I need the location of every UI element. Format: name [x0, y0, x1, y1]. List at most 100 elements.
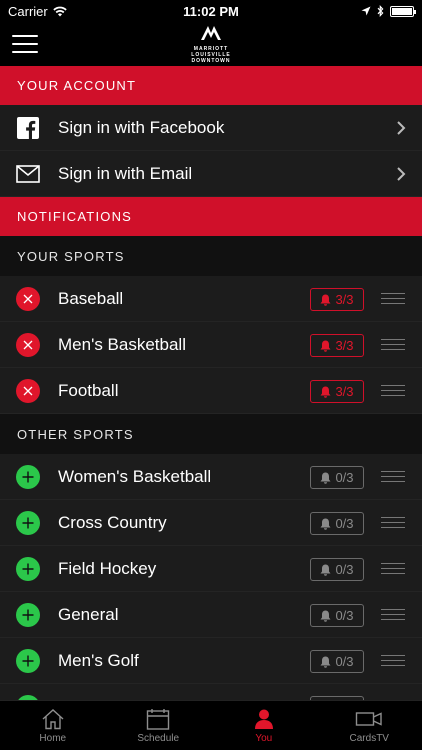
- tab-bar: Home Schedule You CardsTV: [0, 700, 422, 750]
- notification-count-badge[interactable]: 0/3: [310, 512, 364, 535]
- notification-count: 3/3: [335, 292, 354, 307]
- wifi-icon: [53, 6, 67, 16]
- sport-name: Women's Basketball: [58, 466, 212, 486]
- bell-icon: [320, 340, 331, 352]
- remove-sport-button[interactable]: [16, 286, 40, 311]
- sign-in-facebook-label: Sign in with Facebook: [58, 117, 225, 137]
- sign-in-facebook-row[interactable]: Sign in with Facebook: [0, 105, 422, 151]
- sport-row-football: Football 3/3: [0, 368, 422, 414]
- carrier-label: Carrier: [8, 3, 48, 19]
- sign-in-email-row[interactable]: Sign in with Email: [0, 151, 422, 197]
- sport-row-womens-basketball: Women's Basketball 0/3: [0, 454, 422, 500]
- battery-fill: [392, 7, 412, 15]
- envelope-icon: [16, 162, 40, 186]
- tab-you[interactable]: You: [211, 701, 317, 750]
- sport-name: General: [58, 604, 119, 624]
- notification-count-badge[interactable]: 3/3: [310, 288, 364, 311]
- tab-schedule[interactable]: Schedule: [106, 701, 212, 750]
- sport-row-mens-golf: Men's Golf 0/3: [0, 638, 422, 684]
- row-icon-slot: [16, 332, 40, 357]
- video-camera-icon: [356, 711, 382, 726]
- notification-count: 0/3: [335, 562, 354, 577]
- sport-row-partial: [0, 684, 422, 700]
- tab-home[interactable]: Home: [0, 701, 106, 750]
- drag-handle[interactable]: [381, 385, 405, 396]
- sport-name: Men's Golf: [58, 650, 139, 670]
- row-icon-slot: [16, 602, 40, 627]
- bell-icon: [320, 564, 331, 576]
- sport-row-baseball: Baseball 3/3: [0, 276, 422, 322]
- row-icon-slot: [16, 648, 40, 673]
- menu-line: [12, 43, 38, 45]
- drag-handle[interactable]: [381, 609, 405, 620]
- section-your-account: YOUR ACCOUNT: [0, 66, 422, 105]
- notification-count-badge[interactable]: 3/3: [310, 334, 364, 357]
- plus-icon: [22, 471, 34, 482]
- drag-handle[interactable]: [381, 563, 405, 574]
- tab-label: CardsTV: [349, 732, 389, 744]
- facebook-icon: [16, 116, 40, 140]
- sport-name: Cross Country: [58, 512, 167, 532]
- status-left: Carrier: [8, 4, 67, 19]
- notification-count-badge[interactable]: 0/3: [310, 558, 364, 581]
- drag-handle[interactable]: [381, 471, 405, 482]
- close-icon: [23, 294, 33, 303]
- section-notifications: NOTIFICATIONS: [0, 197, 422, 236]
- calendar-icon: [147, 708, 170, 730]
- row-icon-slot: [16, 510, 40, 535]
- marriott-logo: MARRIOTT LOUISVILLE DOWNTOWN: [181, 25, 241, 64]
- hamburger-menu-button[interactable]: [12, 35, 38, 53]
- menu-line: [12, 35, 38, 37]
- home-icon: [42, 708, 64, 729]
- add-sport-button[interactable]: [16, 602, 40, 627]
- notification-count: 0/3: [335, 654, 354, 669]
- bluetooth-icon: [377, 5, 384, 17]
- sport-name: Baseball: [58, 288, 124, 308]
- add-sport-button[interactable]: [16, 464, 40, 489]
- sign-in-email-label: Sign in with Email: [58, 163, 193, 183]
- sport-name: Field Hockey: [58, 558, 157, 578]
- notification-count-badge[interactable]: 3/3: [310, 380, 364, 403]
- sport-row-cross-country: Cross Country 0/3: [0, 500, 422, 546]
- status-bar: Carrier 11:02 PM: [0, 0, 422, 22]
- add-sport-button[interactable]: [16, 648, 40, 673]
- drag-handle[interactable]: [381, 293, 405, 304]
- remove-sport-button[interactable]: [16, 378, 40, 403]
- notification-count: 0/3: [335, 608, 354, 623]
- notification-count-badge[interactable]: 0/3: [310, 650, 364, 673]
- drag-handle[interactable]: [381, 339, 405, 350]
- content-scroll[interactable]: YOUR ACCOUNT Sign in with Facebook Sign …: [0, 66, 422, 700]
- add-sport-button[interactable]: [16, 556, 40, 581]
- status-right: [361, 5, 416, 17]
- chevron-right-icon: [397, 167, 406, 181]
- tab-label: Home: [39, 732, 67, 744]
- notification-count-badge[interactable]: 0/3: [310, 604, 364, 627]
- add-sport-button[interactable]: [16, 510, 40, 535]
- notification-count: 3/3: [335, 384, 354, 399]
- bell-icon: [320, 656, 331, 668]
- sport-name: Football: [58, 380, 119, 400]
- row-icon-slot: [16, 556, 40, 581]
- row-icon-slot: [16, 464, 40, 489]
- close-icon: [23, 386, 33, 395]
- notification-count-badge[interactable]: 0/3: [310, 466, 364, 489]
- bell-icon: [320, 610, 331, 622]
- bell-icon: [320, 518, 331, 530]
- sport-row-field-hockey: Field Hockey 0/3: [0, 546, 422, 592]
- remove-sport-button[interactable]: [16, 332, 40, 357]
- drag-handle[interactable]: [381, 517, 405, 528]
- person-icon: [254, 709, 273, 729]
- menu-line: [12, 51, 38, 53]
- row-icon-slot: [16, 378, 40, 403]
- tab-label: Schedule: [137, 732, 180, 744]
- notification-count: 3/3: [335, 338, 354, 353]
- tab-cardstv[interactable]: CardsTV: [317, 701, 422, 750]
- location-arrow-icon: [361, 6, 371, 16]
- drag-handle[interactable]: [381, 655, 405, 666]
- plus-icon: [22, 517, 34, 528]
- bell-icon: [320, 386, 331, 398]
- section-other-sports: OTHER SPORTS: [0, 414, 422, 454]
- sport-name: Men's Basketball: [58, 334, 186, 354]
- bell-icon: [320, 472, 331, 484]
- logo-line-3: DOWNTOWN: [191, 58, 231, 64]
